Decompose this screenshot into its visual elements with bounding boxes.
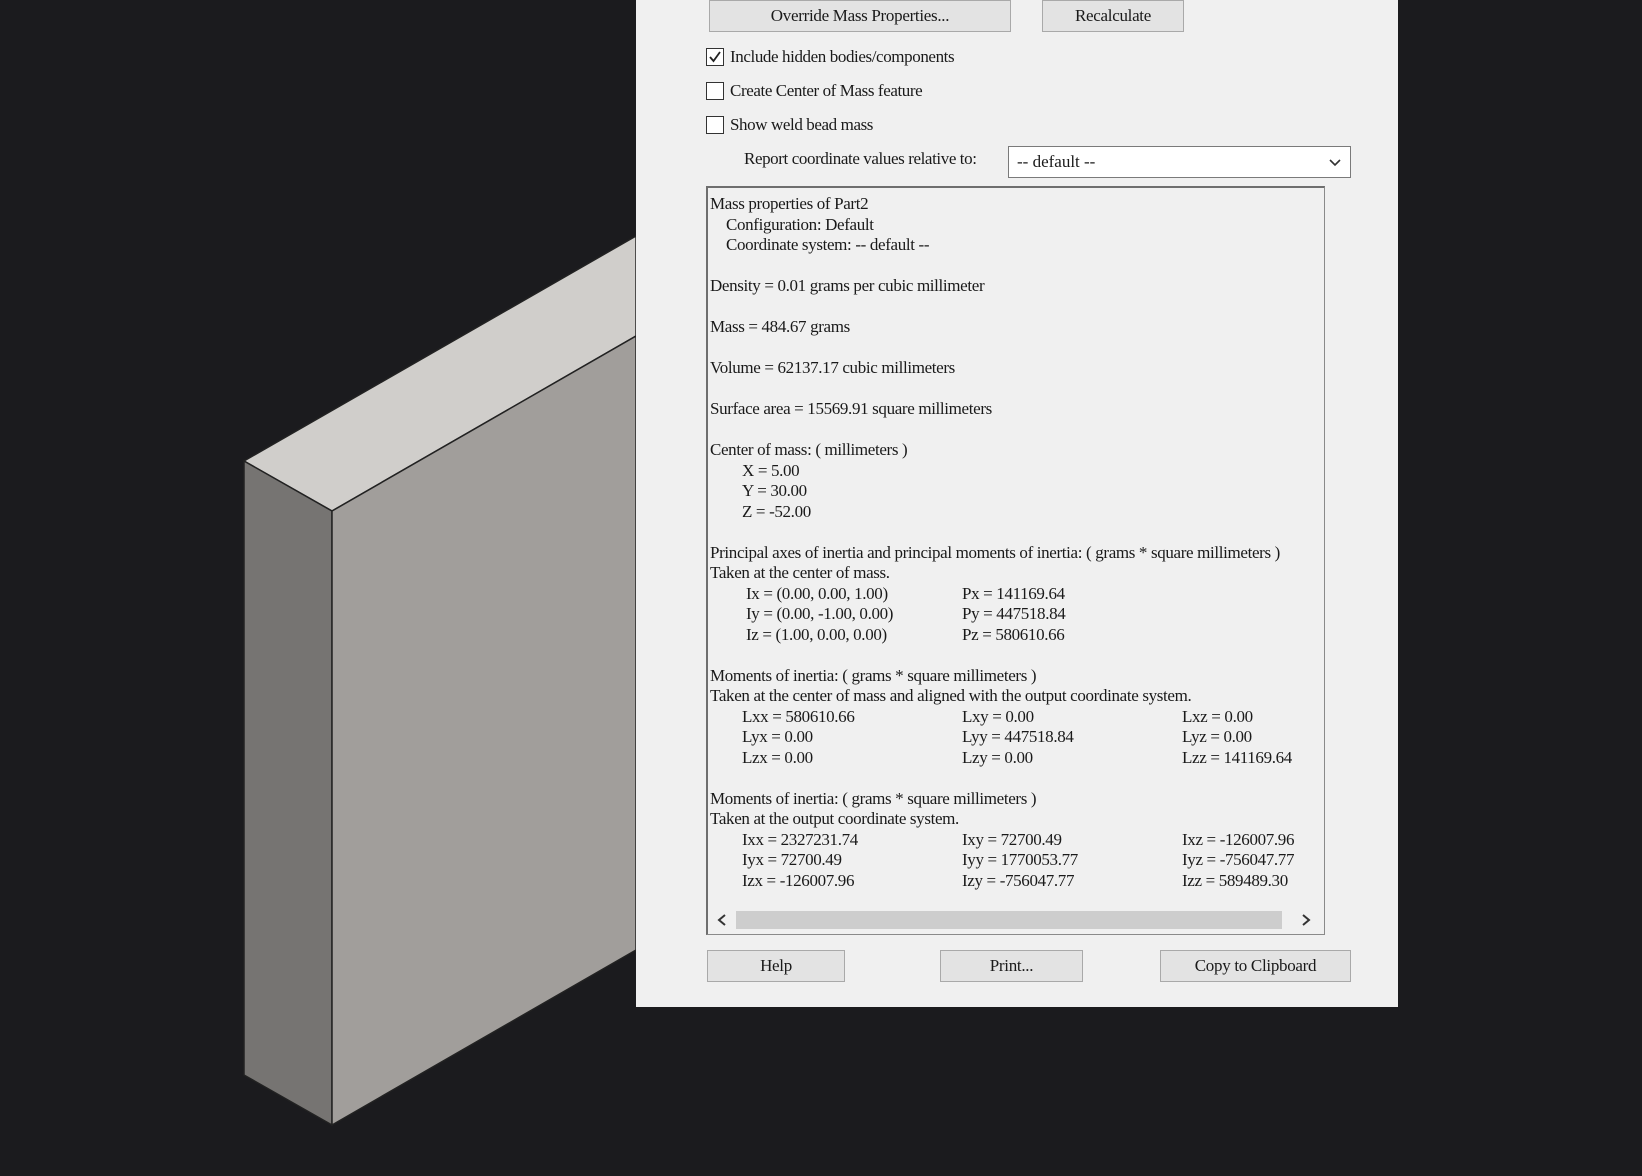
- horizontal-scrollbar[interactable]: [708, 906, 1324, 934]
- recalculate-button[interactable]: Recalculate: [1042, 0, 1184, 32]
- results-principal-sub: Taken at the center of mass.: [710, 563, 890, 582]
- create-com-feature-label: Create Center of Mass feature: [730, 81, 923, 100]
- results-configuration: Configuration: Default: [726, 214, 874, 234]
- results-header: Mass properties of Part2: [710, 194, 869, 213]
- results-com-title: Center of mass: ( millimeters ): [710, 440, 908, 459]
- results-moments1-title: Moments of inertia: ( grams * square mil…: [710, 665, 1037, 685]
- copy-to-clipboard-button[interactable]: Copy to Clipboard: [1160, 950, 1351, 982]
- results-mass: Mass = 484.67 grams: [710, 317, 850, 336]
- create-com-feature-checkbox-row[interactable]: Create Center of Mass feature: [706, 80, 923, 102]
- results-com-z: Z = -52.00: [742, 501, 811, 521]
- part-side-face: [243, 459, 333, 1127]
- results-moments2-title: Moments of inertia: ( grams * square mil…: [710, 788, 1037, 808]
- results-volume: Volume = 62137.17 cubic millimeters: [710, 358, 955, 377]
- results-coordinate-system: Coordinate system: -- default --: [726, 235, 930, 254]
- results-principal-row: Iz = (1.00, 0.00, 0.00) Pz = 580610.66: [746, 624, 1065, 644]
- scroll-left-icon[interactable]: [712, 910, 732, 930]
- results-moments2-row: Ixx = 2327231.74 Ixy = 72700.49 Ixz = -126…: [742, 829, 1295, 849]
- results-moments2-row: Iyx = 72700.49 Iyy = 1770053.77 Iyz = -756…: [742, 850, 1295, 869]
- results-moments1-row: Lyx = 0.00 Lyy = 447518.84 Lyz = 0.00: [742, 727, 1252, 746]
- show-weld-bead-checkbox[interactable]: [706, 116, 724, 134]
- help-button[interactable]: Help: [707, 950, 845, 982]
- results-com-y: Y = 30.00: [742, 481, 807, 500]
- results-principal-title: Principal axes of inertia and principal …: [710, 542, 1280, 562]
- results-density: Density = 0.01 grams per cubic millimete…: [710, 276, 985, 295]
- chevron-down-icon: [1329, 159, 1341, 167]
- include-hidden-checkbox[interactable]: [706, 48, 724, 66]
- results-surface-area: Surface area = 15569.91 square millimete…: [710, 399, 992, 418]
- results-moments2-row: Izx = -126007.96 Izy = -756047.77 Izz = 58…: [742, 870, 1288, 890]
- report-coordinate-label: Report coordinate values relative to:: [744, 149, 977, 168]
- include-hidden-checkbox-row[interactable]: Include hidden bodies/components: [706, 46, 955, 68]
- results-panel[interactable]: Mass properties of Part2 Configuration: …: [706, 186, 1325, 935]
- show-weld-bead-checkbox-row[interactable]: Show weld bead mass: [706, 114, 873, 136]
- coordinate-system-select[interactable]: -- default --: [1008, 146, 1351, 178]
- checkmark-icon: [709, 51, 721, 63]
- results-moments1-sub: Taken at the center of mass and aligned …: [710, 686, 1192, 705]
- create-com-feature-checkbox[interactable]: [706, 82, 724, 100]
- override-mass-properties-button[interactable]: Override Mass Properties...: [709, 0, 1011, 32]
- results-principal-row: Ix = (0.00, 0.00, 1.00) Px = 141169.64: [746, 583, 1065, 603]
- scrollbar-thumb[interactable]: [736, 911, 1282, 929]
- results-com-x: X = 5.00: [742, 460, 800, 480]
- part-model: [242, 234, 637, 1127]
- scroll-right-icon[interactable]: [1296, 910, 1316, 930]
- results-principal-row: Iy = (0.00, -1.00, 0.00) Py = 447518.84: [746, 604, 1066, 623]
- coordinate-system-value: -- default --: [1017, 152, 1096, 171]
- results-moments1-row: Lzx = 0.00 Lzy = 0.00 Lzz = 141169.64: [742, 747, 1292, 767]
- results-text: Mass properties of Part2 Configuration: …: [710, 194, 1324, 891]
- include-hidden-label: Include hidden bodies/components: [730, 47, 955, 66]
- show-weld-bead-label: Show weld bead mass: [730, 115, 874, 134]
- print-button[interactable]: Print...: [940, 950, 1083, 982]
- results-moments1-row: Lxx = 580610.66 Lxy = 0.00 Lxz = 0.00: [742, 706, 1253, 726]
- mass-properties-dialog: Override Mass Properties... Recalculate …: [636, 0, 1398, 1007]
- results-moments2-sub: Taken at the output coordinate system.: [710, 809, 959, 828]
